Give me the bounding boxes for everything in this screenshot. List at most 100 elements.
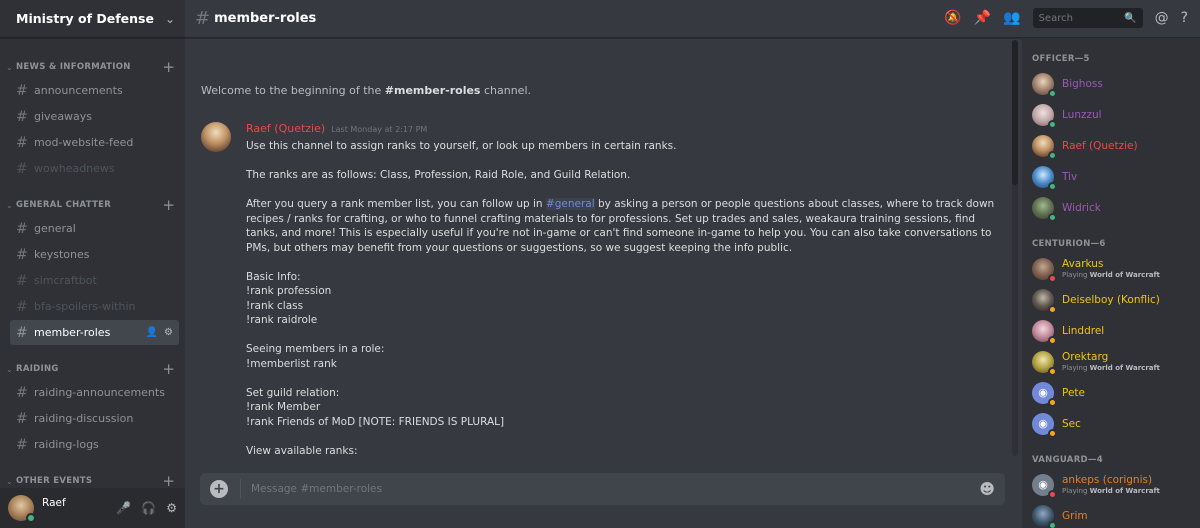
avatar[interactable] — [201, 122, 231, 152]
message-timestamp: Last Monday at 2:17 PM — [331, 125, 428, 134]
member-name: Bighoss — [1062, 77, 1103, 90]
category-other-events[interactable]: ⌄ OTHER EVENTS + — [0, 470, 185, 488]
gear-icon[interactable]: ⚙ — [164, 327, 173, 338]
search-box[interactable]: 🔍 — [1032, 8, 1143, 28]
upload-plus-icon[interactable]: + — [210, 480, 228, 498]
role-header: CENTURION—6 — [1032, 239, 1106, 249]
member-name: Linddrel — [1062, 324, 1105, 337]
member-list-icon[interactable]: 👥 — [1003, 10, 1020, 26]
channel-raiding-logs[interactable]: # raiding-logs — [10, 432, 179, 457]
channel-name: giveaways — [34, 110, 93, 123]
member-item[interactable]: ◉ Sec — [1022, 408, 1200, 439]
category-name: NEWS & INFORMATION — [16, 62, 131, 72]
headphones-icon[interactable]: 🎧 — [141, 501, 156, 515]
hash-icon: # — [16, 160, 28, 177]
channel-bfa-spoilers-within[interactable]: # bfa-spoilers-within — [10, 294, 179, 319]
member-item[interactable]: Lunzzul — [1022, 99, 1200, 130]
mute-channel-icon[interactable]: 🔕 — [944, 10, 961, 26]
channel-giveaways[interactable]: # giveaways — [10, 104, 179, 129]
channel-announcements[interactable]: # announcements — [10, 78, 179, 103]
message-line: !rank profession — [246, 285, 332, 297]
category-name: GENERAL CHATTER — [16, 200, 112, 210]
message-line: Use this channel to assign ranks to your… — [246, 140, 677, 152]
member-item[interactable]: Bighoss — [1022, 68, 1200, 99]
member-name: Deiselboy (Konflic) — [1062, 293, 1160, 306]
member-item[interactable]: Raef (Quetzie) — [1022, 130, 1200, 161]
emoji-picker-icon[interactable]: ☻ — [979, 480, 995, 498]
status-icon — [1048, 150, 1057, 160]
add-channel-icon[interactable]: + — [162, 473, 175, 488]
member-item[interactable]: Grim — [1022, 500, 1200, 528]
member-item[interactable]: Orektarg Playing World of Warcraft — [1022, 346, 1200, 377]
message-line — [246, 328, 1006, 343]
mentions-icon[interactable]: @ — [1155, 10, 1169, 26]
member-item[interactable]: ◉ Pete — [1022, 377, 1200, 408]
channel-simcraftbot[interactable]: # simcraftbot — [10, 268, 179, 293]
activity-label: Playing — [1062, 271, 1090, 279]
invite-icon[interactable]: 👤 — [146, 327, 158, 338]
member-item[interactable]: Avarkus Playing World of Warcraft — [1022, 253, 1200, 284]
channel-name: raiding-discussion — [34, 412, 134, 425]
status-icon — [1048, 520, 1057, 528]
avatar[interactable] — [8, 495, 36, 523]
status-icon — [1048, 489, 1057, 499]
message-line: !rank Member — [246, 401, 321, 413]
server-header[interactable]: Ministry of Defense ⌄ — [0, 0, 185, 38]
search-input[interactable] — [1038, 12, 1119, 24]
channel-general[interactable]: # general — [10, 216, 179, 241]
hash-icon: # — [16, 82, 28, 99]
member-item[interactable]: ◉ ankeps (corignis) Playing World of Warc… — [1022, 469, 1200, 500]
category-raiding[interactable]: ⌄ RAIDING + — [0, 358, 185, 380]
status-icon — [1048, 119, 1057, 129]
channel-keystones[interactable]: # keystones — [10, 242, 179, 267]
member-name: Pete — [1062, 386, 1085, 399]
status-icon — [1048, 366, 1057, 376]
channel-mod-website-feed[interactable]: # mod-website-feed — [10, 130, 179, 155]
help-icon[interactable]: ? — [1181, 10, 1188, 26]
add-channel-icon[interactable]: + — [162, 361, 175, 377]
channel-title: member-roles — [214, 11, 317, 26]
activity-game: World of Warcraft — [1089, 487, 1160, 495]
member-name: Sec — [1062, 417, 1081, 430]
avatar — [1032, 504, 1057, 528]
chevron-down-icon[interactable]: ⌄ — [165, 12, 175, 26]
member-item[interactable]: Widrick — [1022, 192, 1200, 223]
channel-name: mod-website-feed — [34, 136, 134, 149]
chevron-down-icon: ⌄ — [6, 200, 13, 210]
channel-name: keystones — [34, 248, 90, 261]
message-line: After you query a rank member list, you … — [246, 197, 1006, 255]
channel-list: ⌄ NEWS & INFORMATION + # announcements # gi… — [0, 38, 185, 488]
chevron-down-icon: ⌄ — [6, 62, 13, 72]
message-input[interactable] — [251, 483, 980, 495]
scrollbar-thumb[interactable] — [1012, 40, 1018, 185]
hash-icon: # — [16, 108, 28, 125]
message-content: Use this channel to assign ranks to your… — [246, 139, 1006, 458]
channel-name: member-roles — [34, 326, 111, 339]
channel-wowheadnews[interactable]: # wowheadnews — [10, 156, 179, 181]
activity-label: Playing — [1062, 487, 1090, 495]
message-list: Welcome to the beginning of the #member-… — [185, 38, 1010, 458]
channel-raiding-announcements[interactable]: # raiding-announcements — [10, 380, 179, 405]
category-news-information[interactable]: ⌄ NEWS & INFORMATION + — [0, 56, 185, 78]
channel-raiding-discussion[interactable]: # raiding-discussion — [10, 406, 179, 431]
mute-microphone-icon[interactable]: 🎤 — [116, 501, 131, 515]
message-scrollbar[interactable] — [1012, 40, 1018, 456]
channel-mention-link[interactable]: #general — [545, 198, 595, 210]
member-item[interactable]: Tiv — [1022, 161, 1200, 192]
pinned-messages-icon[interactable]: 📌 — [974, 10, 991, 26]
message-line — [246, 429, 1006, 444]
message-author[interactable]: Raef (Quetzie) — [246, 122, 325, 135]
add-channel-icon[interactable]: + — [162, 59, 175, 75]
category-general-chatter[interactable]: ⌄ GENERAL CHATTER + — [0, 194, 185, 216]
add-channel-icon[interactable]: + — [162, 197, 175, 213]
member-item[interactable]: Linddrel — [1022, 315, 1200, 346]
chevron-down-icon: ⌄ — [6, 476, 13, 486]
username: Raef — [42, 497, 66, 509]
avatar — [1032, 319, 1057, 345]
member-name: Orektarg — [1062, 351, 1109, 363]
role-header: OFFICER—5 — [1032, 54, 1090, 64]
member-item[interactable]: Deiselboy (Konflic) — [1022, 284, 1200, 315]
avatar — [1032, 288, 1057, 314]
channel-member-roles[interactable]: # member-roles 👤 ⚙ — [10, 320, 179, 345]
gear-icon[interactable]: ⚙ — [166, 501, 177, 515]
